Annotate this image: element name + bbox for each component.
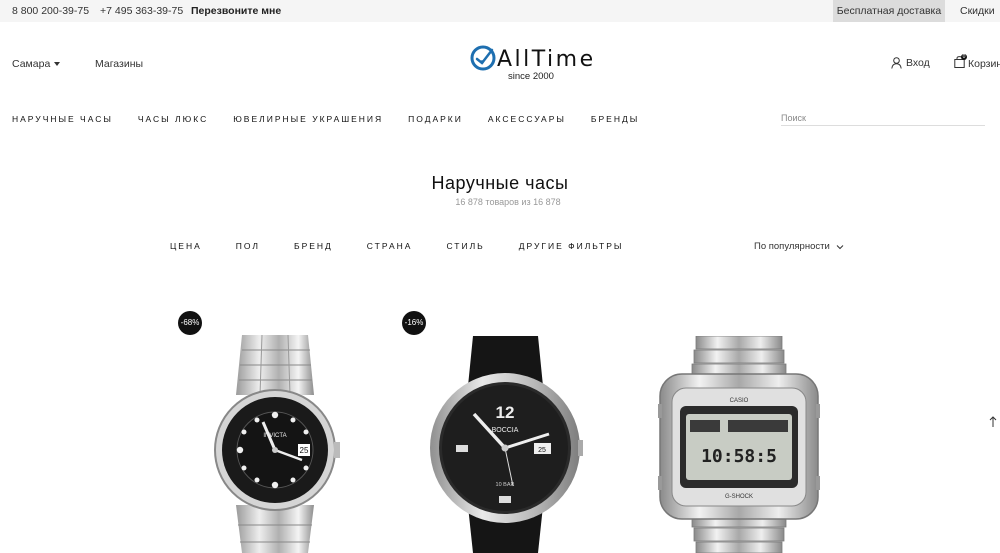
discount-badge: -68%: [178, 311, 202, 335]
filter-bar: ЦЕНА ПОЛ БРЕНД СТРАНА СТИЛЬ ДРУГИЕ ФИЛЬТ…: [170, 241, 623, 251]
chevron-down-icon: [836, 244, 844, 249]
product-brand-text: CASIO: [730, 398, 749, 404]
nav-item-watches[interactable]: НАРУЧНЫЕ ЧАСЫ: [12, 114, 113, 124]
lcd-display-text: 10:58:5: [701, 446, 777, 467]
stores-link[interactable]: Магазины: [95, 58, 143, 70]
login-label: Вход: [906, 57, 930, 69]
login-button[interactable]: Вход: [891, 57, 930, 69]
filter-gender[interactable]: ПОЛ: [236, 241, 260, 251]
dial-numeral-12: 12: [496, 403, 515, 422]
top-bar: 8 800 200-39-75 +7 495 363-39-75 Перезво…: [0, 0, 1000, 22]
phone-link-2[interactable]: +7 495 363-39-75: [100, 5, 183, 17]
free-delivery-link[interactable]: Бесплатная доставка: [833, 0, 945, 22]
product-image-watch[interactable]: 25 INVICTA: [210, 330, 340, 553]
product-sub-text: G-SHOCK: [725, 494, 753, 500]
logo-wordmark: AllTime: [497, 47, 596, 72]
nav-item-luxury[interactable]: ЧАСЫ ЛЮКС: [138, 114, 208, 124]
nav-item-accessories[interactable]: АКСЕССУАРЫ: [488, 114, 566, 124]
product-date-text: 25: [538, 447, 546, 454]
callback-link[interactable]: Перезвоните мне: [191, 5, 281, 17]
product-count: 16 878 товаров из 16 878: [455, 197, 561, 207]
sort-selector[interactable]: По популярности: [754, 241, 844, 252]
main-nav: НАРУЧНЫЕ ЧАСЫ ЧАСЫ ЛЮКС ЮВЕЛИРНЫЕ УКРАШЕ…: [12, 114, 639, 124]
product-image-watch[interactable]: 12 25 BOCCIA 10 BAR: [428, 336, 583, 553]
phone-link-1[interactable]: 8 800 200-39-75: [12, 5, 89, 17]
filter-other[interactable]: ДРУГИЕ ФИЛЬТРЫ: [519, 241, 624, 251]
cart-button[interactable]: 0 Корзина: [954, 54, 1000, 71]
discounts-link[interactable]: Скидки: [960, 5, 995, 17]
filter-country[interactable]: СТРАНА: [367, 241, 413, 251]
city-selector[interactable]: Самара: [12, 58, 61, 70]
cart-label: Корзина: [968, 57, 1000, 70]
filter-style[interactable]: СТИЛЬ: [446, 241, 484, 251]
nav-item-gifts[interactable]: ПОДАРКИ: [408, 114, 463, 124]
filter-brand[interactable]: БРЕНД: [294, 241, 333, 251]
user-icon: [891, 57, 902, 69]
cart-count-badge: 0: [961, 54, 967, 60]
discount-badge: -16%: [402, 311, 426, 335]
product-bar-text: 10 BAR: [496, 482, 515, 488]
product-brand-text: BOCCIA: [492, 427, 519, 434]
city-label: Самара: [12, 58, 51, 70]
sort-label: По популярности: [754, 241, 830, 252]
search-input[interactable]: [781, 110, 985, 126]
logo-since: since 2000: [508, 71, 554, 82]
nav-item-jewelry[interactable]: ЮВЕЛИРНЫЕ УКРАШЕНИЯ: [233, 114, 383, 124]
product-image-watch[interactable]: CASIO 10:58:5 G-SHOCK: [658, 336, 820, 553]
product-date-text: 25: [300, 446, 309, 455]
nav-item-brands[interactable]: БРЕНДЫ: [591, 114, 639, 124]
clock-logo-icon: [470, 45, 496, 71]
page-title: Наручные часы: [431, 173, 569, 193]
filter-price[interactable]: ЦЕНА: [170, 241, 202, 251]
scroll-top-button[interactable]: [986, 412, 1000, 432]
chevron-down-icon: [54, 62, 61, 66]
site-logo[interactable]: AllTime since 2000: [470, 44, 600, 84]
arrow-up-icon: [989, 416, 997, 427]
cart-icon-wrap: 0: [954, 54, 967, 71]
